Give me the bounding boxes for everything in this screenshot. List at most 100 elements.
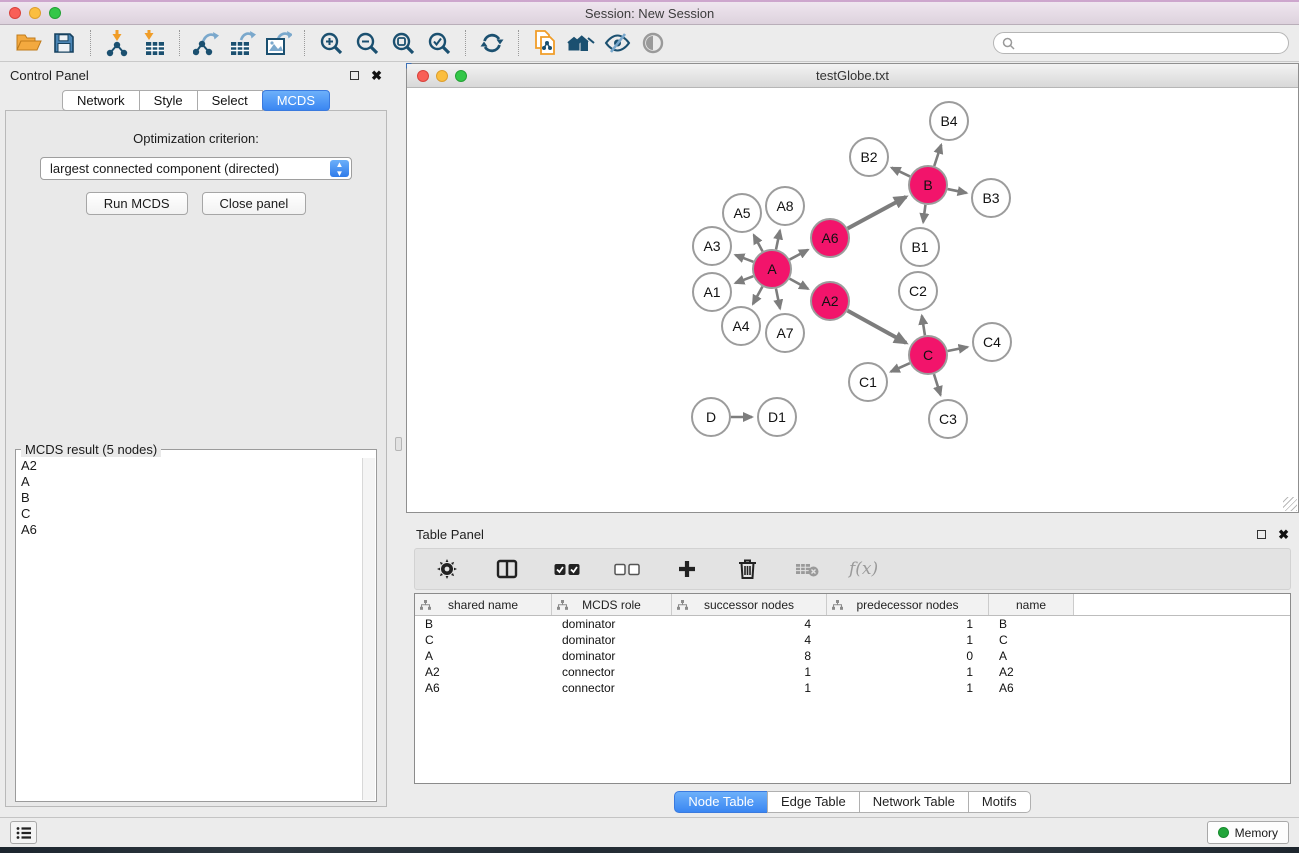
tab-mcds[interactable]: MCDS xyxy=(262,90,330,111)
zoom-fit-button[interactable] xyxy=(385,28,421,58)
column-header-shared-name[interactable]: shared name xyxy=(415,594,552,615)
table-row[interactable]: Cdominator41C xyxy=(415,632,1290,648)
tab-motifs[interactable]: Motifs xyxy=(968,791,1031,813)
graph-node-A2[interactable]: A2 xyxy=(811,282,849,320)
graph-node-A8[interactable]: A8 xyxy=(766,187,804,225)
graph-edge-A-A4[interactable] xyxy=(753,287,763,304)
graph-node-B3[interactable]: B3 xyxy=(972,179,1010,217)
graph-edge-C-C2[interactable] xyxy=(922,316,925,336)
zoom-out-button[interactable] xyxy=(349,28,385,58)
mcds-result-item[interactable]: A6 xyxy=(17,522,362,538)
network-graph[interactable]: B4B2BB3A5A8A6A3AB1A1C2A2A4A7CC4C1C3DD1 xyxy=(407,88,1298,511)
mcds-result-item[interactable]: A xyxy=(17,474,362,490)
mcds-result-item[interactable]: A2 xyxy=(17,458,362,474)
refresh-button[interactable] xyxy=(474,28,510,58)
search-input[interactable] xyxy=(1015,36,1280,50)
tab-node-table[interactable]: Node Table xyxy=(674,791,768,813)
mcds-result-item[interactable]: B xyxy=(17,490,362,506)
graph-node-C[interactable]: C xyxy=(909,336,947,374)
criterion-select[interactable]: largest connected component (directed) ▲… xyxy=(40,157,352,180)
graph-edge-A-A8[interactable] xyxy=(776,230,780,249)
graph-node-A4[interactable]: A4 xyxy=(722,307,760,345)
float-table-panel-icon[interactable] xyxy=(1257,530,1266,539)
graph-node-D[interactable]: D xyxy=(692,398,730,436)
column-layout-button[interactable] xyxy=(489,554,525,584)
function-builder-button[interactable]: f(x) xyxy=(849,559,878,579)
graph-node-A1[interactable]: A1 xyxy=(693,273,731,311)
graph-node-C1[interactable]: C1 xyxy=(849,363,887,401)
graph-edge-A-A3[interactable] xyxy=(735,255,753,262)
import-network-button[interactable] xyxy=(99,28,135,58)
table-row[interactable]: Bdominator41B xyxy=(415,616,1290,632)
graph-node-A7[interactable]: A7 xyxy=(766,314,804,352)
open-session-button[interactable] xyxy=(10,28,46,58)
show-all-button[interactable] xyxy=(563,28,599,58)
tab-edge-table[interactable]: Edge Table xyxy=(767,791,860,813)
table-row[interactable]: A2connector11A2 xyxy=(415,664,1290,680)
divider-grab-handle[interactable] xyxy=(395,437,402,451)
window-resize-grip[interactable] xyxy=(1283,497,1297,511)
float-panel-icon[interactable] xyxy=(350,71,359,80)
column-header-mcds-role[interactable]: MCDS role xyxy=(552,594,672,615)
zoom-in-button[interactable] xyxy=(313,28,349,58)
graph-node-C2[interactable]: C2 xyxy=(899,272,937,310)
select-all-columns-button[interactable] xyxy=(549,554,585,584)
column-header-predecessor-nodes[interactable]: predecessor nodes xyxy=(827,594,989,615)
close-table-panel-icon[interactable]: ✖ xyxy=(1278,528,1289,541)
graph-edge-A6-B[interactable] xyxy=(848,197,906,229)
column-header-name[interactable]: name xyxy=(989,594,1074,615)
show-hidden-button[interactable] xyxy=(635,28,671,58)
tab-select[interactable]: Select xyxy=(197,90,263,111)
tab-network[interactable]: Network xyxy=(62,90,140,111)
graph-edge-B-B4[interactable] xyxy=(934,145,941,166)
graph-node-B4[interactable]: B4 xyxy=(930,102,968,140)
delete-column-button[interactable] xyxy=(729,554,765,584)
graph-edge-C-C1[interactable] xyxy=(891,363,910,372)
graph-node-C4[interactable]: C4 xyxy=(973,323,1011,361)
graph-node-D1[interactable]: D1 xyxy=(758,398,796,436)
graph-edge-C-C4[interactable] xyxy=(948,347,968,351)
search-field[interactable] xyxy=(993,32,1289,54)
tab-style[interactable]: Style xyxy=(139,90,198,111)
graph-node-B[interactable]: B xyxy=(909,166,947,204)
deselect-all-columns-button[interactable] xyxy=(609,554,645,584)
table-row[interactable]: A6connector11A6 xyxy=(415,680,1290,696)
graph-edge-A-A2[interactable] xyxy=(790,279,809,289)
graph-node-C3[interactable]: C3 xyxy=(929,400,967,438)
graph-node-A3[interactable]: A3 xyxy=(693,227,731,265)
export-table-button[interactable] xyxy=(224,28,260,58)
panel-divider[interactable] xyxy=(392,62,406,817)
save-session-button[interactable] xyxy=(46,28,82,58)
graph-node-B1[interactable]: B1 xyxy=(901,228,939,266)
graph-edge-B-B3[interactable] xyxy=(948,189,967,193)
table-settings-button[interactable] xyxy=(429,554,465,584)
result-scrollbar[interactable] xyxy=(362,458,375,800)
table-row[interactable]: Adominator80A xyxy=(415,648,1290,664)
graph-edge-B-B1[interactable] xyxy=(923,205,925,222)
hide-selected-button[interactable] xyxy=(599,28,635,58)
close-panel-icon[interactable]: ✖ xyxy=(371,69,382,82)
graph-node-A5[interactable]: A5 xyxy=(723,194,761,232)
zoom-selected-button[interactable] xyxy=(421,28,457,58)
graph-edge-A2-C[interactable] xyxy=(848,311,907,343)
column-header-successor-nodes[interactable]: successor nodes xyxy=(672,594,827,615)
graph-node-A[interactable]: A xyxy=(753,250,791,288)
export-network-button[interactable] xyxy=(188,28,224,58)
graph-edge-A-A5[interactable] xyxy=(754,235,763,251)
graph-edge-B-B2[interactable] xyxy=(892,168,910,177)
export-image-button[interactable] xyxy=(260,28,296,58)
graph-edge-A-A1[interactable] xyxy=(735,276,753,283)
import-table-button[interactable] xyxy=(135,28,171,58)
run-mcds-button[interactable]: Run MCDS xyxy=(86,192,188,215)
delete-table-button[interactable] xyxy=(789,554,825,584)
graph-node-A6[interactable]: A6 xyxy=(811,219,849,257)
memory-button[interactable]: Memory xyxy=(1207,821,1289,844)
create-column-button[interactable] xyxy=(669,554,705,584)
task-history-button[interactable] xyxy=(10,821,37,844)
graph-edge-A-A6[interactable] xyxy=(790,250,808,260)
graph-edge-A-A7[interactable] xyxy=(776,289,780,309)
close-panel-button[interactable]: Close panel xyxy=(202,192,307,215)
graph-edge-C-C3[interactable] xyxy=(934,374,941,395)
duplicate-network-button[interactable] xyxy=(527,28,563,58)
tab-network-table[interactable]: Network Table xyxy=(859,791,969,813)
